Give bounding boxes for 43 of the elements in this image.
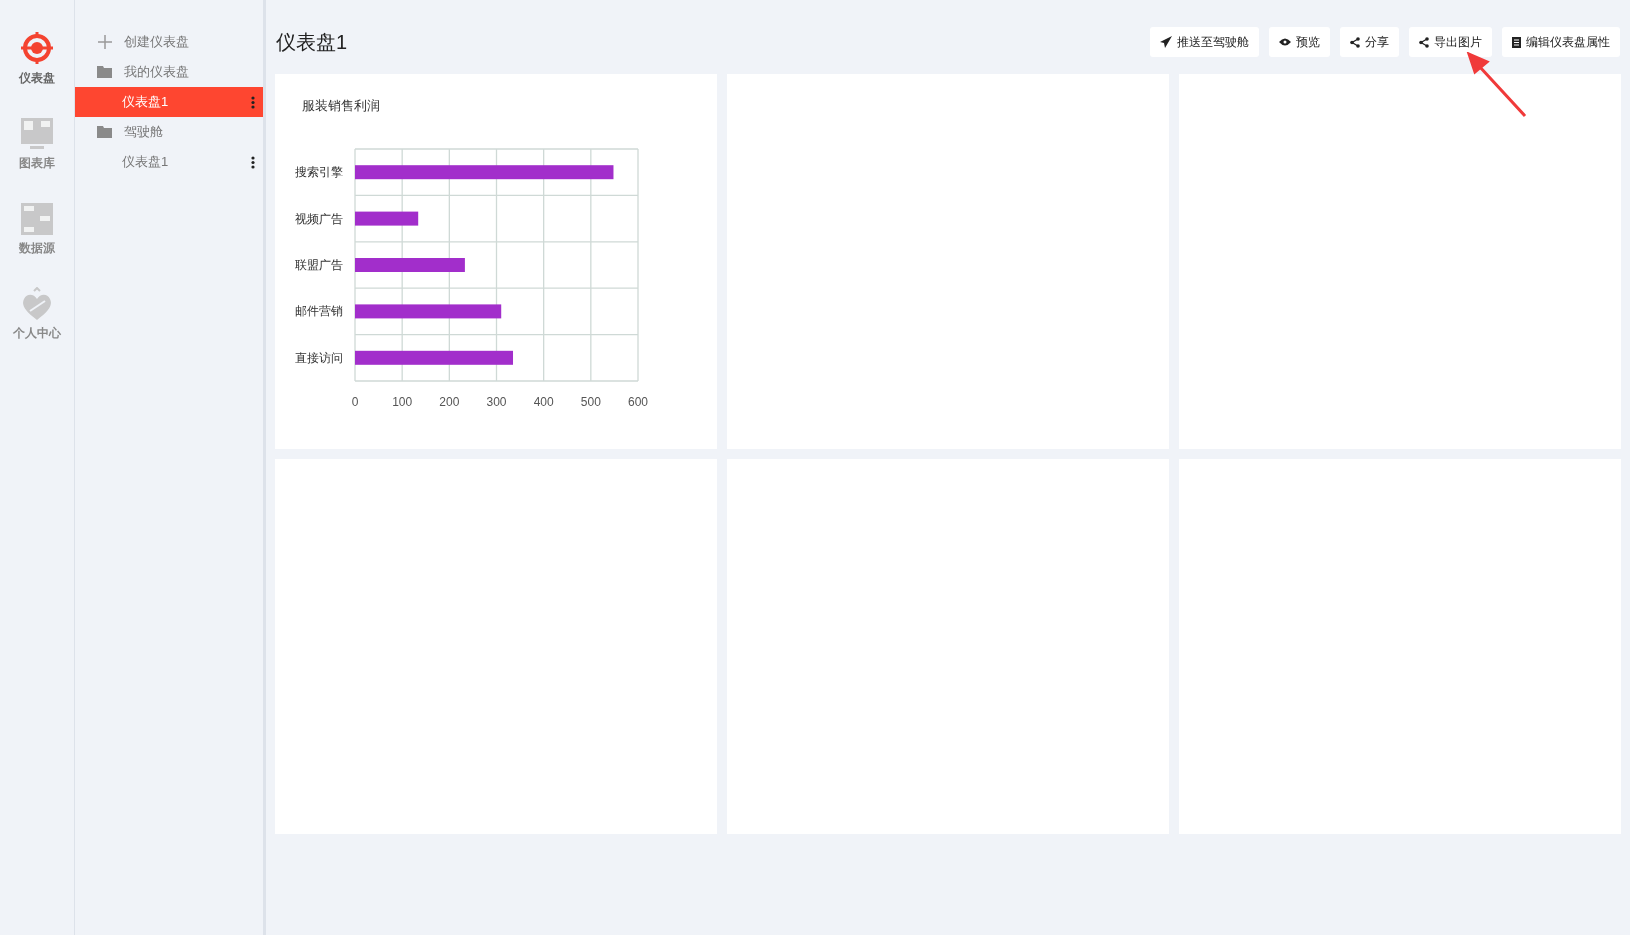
toolbar-button[interactable]: 推送至驾驶舱 xyxy=(1150,27,1259,57)
page-title: 仪表盘1 xyxy=(275,30,348,55)
share-icon xyxy=(1350,36,1360,48)
nav-item[interactable]: 图表库 xyxy=(19,117,55,172)
folder-icon xyxy=(97,126,112,138)
nav-item[interactable]: 数据源 xyxy=(19,202,55,257)
monitor-icon xyxy=(20,117,54,151)
toolbar-button[interactable]: 编辑仪表盘属性 xyxy=(1502,27,1620,57)
chart-title: 服装销售利润 xyxy=(302,97,380,115)
plus-icon xyxy=(97,35,112,49)
heart-icon xyxy=(20,287,54,321)
dashboard-item[interactable]: 仪表盘1 xyxy=(75,87,263,117)
folder-item[interactable]: 我的仪表盘 xyxy=(75,57,263,87)
bar xyxy=(355,211,419,226)
target-icon xyxy=(19,30,55,66)
paper-plane-icon xyxy=(1160,36,1172,48)
share-icon xyxy=(1419,36,1429,48)
annotation-arrow xyxy=(1465,52,1527,118)
dashboard-item[interactable]: 仪表盘1 xyxy=(75,147,263,177)
toolbar-button[interactable]: 导出图片 xyxy=(1409,27,1492,57)
more-icon[interactable] xyxy=(251,155,255,169)
tick-label: 200 xyxy=(439,395,460,409)
create-dashboard-button[interactable]: 创建仪表盘 xyxy=(75,27,263,57)
eye-icon xyxy=(1279,38,1291,46)
document-icon xyxy=(1512,36,1521,48)
nav-item[interactable]: 个人中心 xyxy=(13,287,61,342)
tick-label: 0 xyxy=(351,395,359,409)
tick-label: 400 xyxy=(533,395,554,409)
tick-label: 300 xyxy=(486,395,507,409)
tick-label: 100 xyxy=(392,395,413,409)
axis-label: 直接访问 xyxy=(295,350,343,365)
database-icon xyxy=(20,202,54,236)
axis-label: 搜索引擎 xyxy=(295,165,343,180)
nav-item[interactable]: 仪表盘 xyxy=(19,30,55,87)
axis-label: 联盟广告 xyxy=(295,258,343,272)
tick-label: 500 xyxy=(580,395,601,409)
folder-icon xyxy=(97,66,112,78)
toolbar-button[interactable]: 预览 xyxy=(1269,27,1330,57)
tick-label: 600 xyxy=(628,395,648,409)
toolbar-button[interactable]: 分享 xyxy=(1340,27,1399,57)
folder-item[interactable]: 驾驶舱 xyxy=(75,117,263,147)
axis-label: 视频广告 xyxy=(295,211,343,226)
axis-label: 邮件营销 xyxy=(295,304,343,319)
